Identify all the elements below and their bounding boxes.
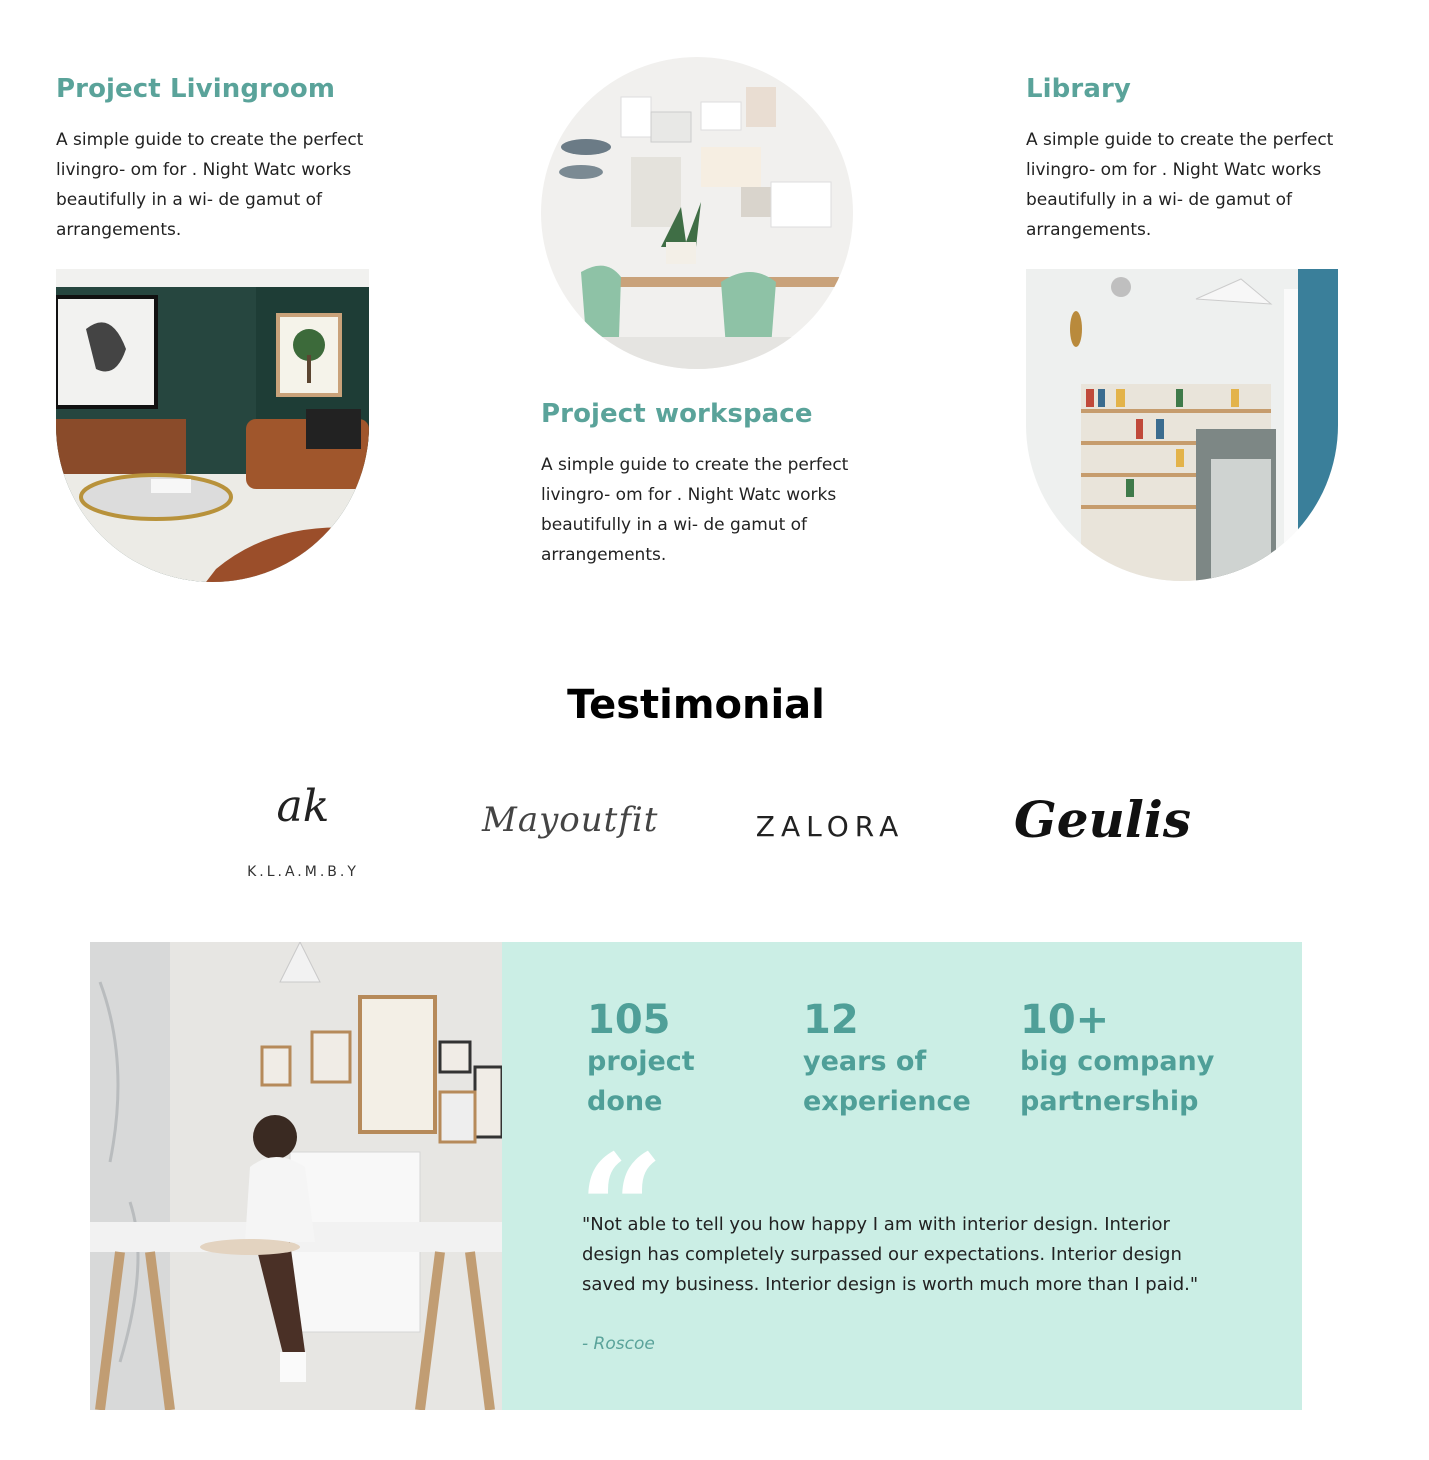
- stat-partnership-label-line2: partnership: [1020, 1086, 1199, 1117]
- project-library-description: A simple guide to create the perfect liv…: [1026, 130, 1334, 240]
- klamby-monogram: ak: [276, 781, 330, 832]
- stat-projects: 105 project done: [587, 998, 787, 1122]
- testimonial-heading: Testimonial: [567, 682, 825, 728]
- stat-partnership: 10+ big company partnership: [1020, 998, 1260, 1122]
- project-library-title: Library: [1026, 74, 1131, 104]
- stat-projects-label-line1: project: [587, 1046, 695, 1077]
- stat-years-label-line1: years of: [803, 1046, 927, 1077]
- livingroom-photo: [56, 269, 369, 582]
- testimonial-author: - Roscoe: [582, 1334, 655, 1354]
- stat-partnership-label-line1: big company: [1020, 1046, 1215, 1077]
- klamby-wordmark: K.L.A.M.B.Y: [247, 864, 359, 880]
- woman-at-desk-photo: [90, 942, 502, 1410]
- stat-partnership-number: 10+: [1020, 997, 1110, 1043]
- stat-years-label-line2: experience: [803, 1086, 971, 1117]
- library-photo-illustration: [1026, 269, 1338, 581]
- woman-at-desk-illustration: [90, 942, 502, 1410]
- project-workspace-description: A simple guide to create the perfect liv…: [541, 455, 849, 565]
- stat-years: 12 years of experience: [803, 998, 1013, 1122]
- logo-mayoutfit: Mayoutfit: [482, 800, 659, 840]
- project-workspace-title: Project workspace: [541, 399, 813, 429]
- workspace-photo: [541, 57, 853, 369]
- logo-zalora: ZALORA: [755, 810, 905, 843]
- library-photo: [1026, 269, 1338, 581]
- project-livingroom-description: A simple guide to create the perfect liv…: [56, 130, 364, 240]
- livingroom-photo-illustration: [56, 269, 369, 582]
- project-livingroom-title: Project Livingroom: [56, 74, 336, 104]
- logo-klamby: ak K.L.A.M.B.Y: [243, 772, 363, 882]
- testimonial-quote: "Not able to tell you how happy I am wit…: [582, 1214, 1199, 1295]
- logo-geulis: Geulis: [1014, 790, 1192, 849]
- stat-projects-number: 105: [587, 997, 671, 1043]
- stat-projects-label-line2: done: [587, 1086, 663, 1117]
- stat-years-number: 12: [803, 997, 859, 1043]
- workspace-photo-illustration: [541, 57, 853, 369]
